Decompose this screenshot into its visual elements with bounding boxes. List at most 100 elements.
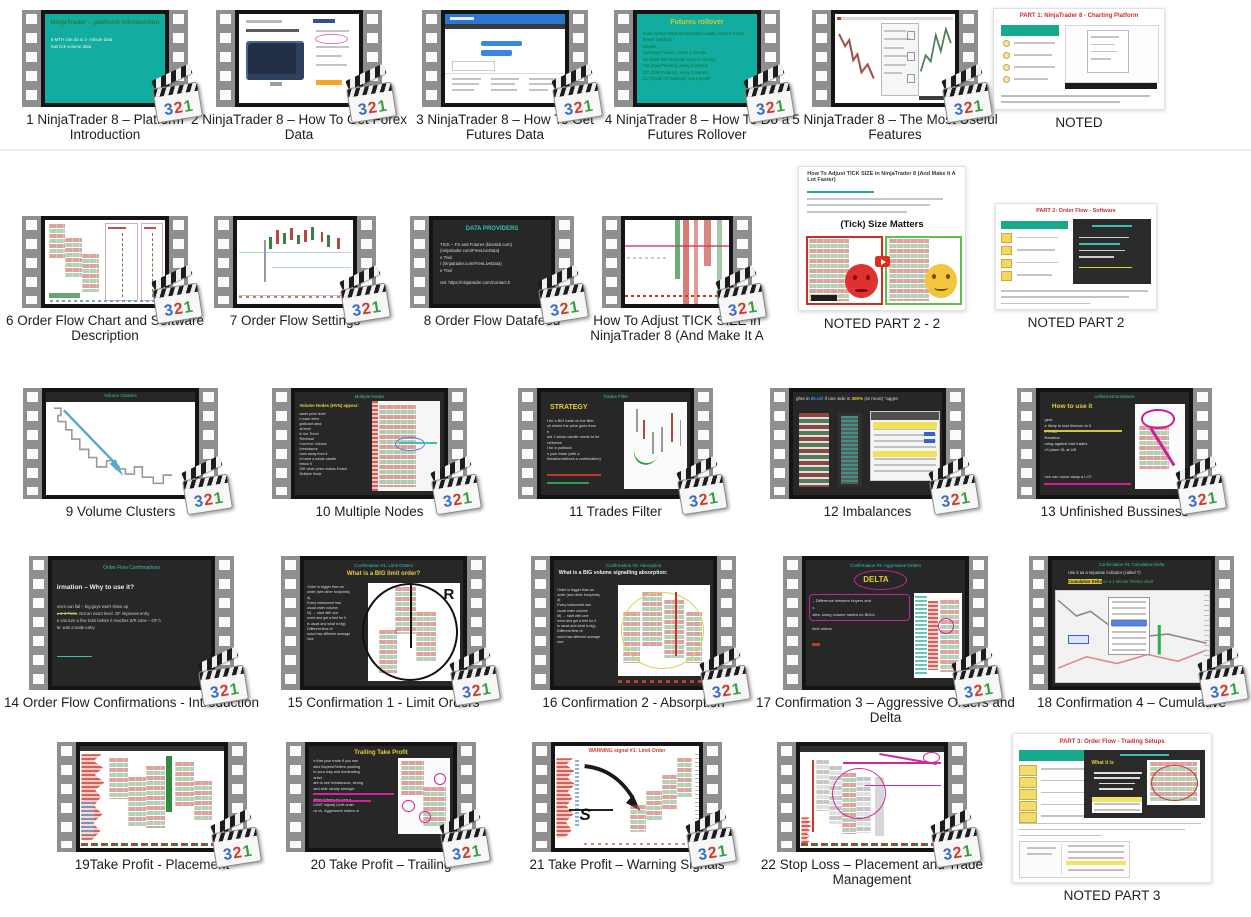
section-divider <box>0 149 1251 151</box>
doc-caption[interactable]: NOTED PART 2 <box>967 315 1185 330</box>
video-thumbnail[interactable]: Futures rollover most symbol stops being… <box>614 10 780 107</box>
video-tile-20[interactable]: Trailing Take Profit e that your trade i… <box>286 742 476 872</box>
film-sprockets-icon <box>1017 392 1036 495</box>
video-thumbnail[interactable]: 321 <box>777 742 967 852</box>
video-tile-15[interactable]: Confirmation #1: Limit Orders What is a … <box>281 556 486 710</box>
doc-caption[interactable]: NOTED <box>965 115 1193 130</box>
video-thumbnail[interactable]: Volume Clusters 321 <box>23 388 218 499</box>
video-thumbnail[interactable]: DATA PROVIDERS TICK – FX and Futures (ki… <box>410 216 574 308</box>
document-thumbnail[interactable]: PART 2: Order Flow - Software <box>995 203 1157 310</box>
video-tile-11[interactable]: Trades Filter STRATEGY t for a BIG trade… <box>518 388 713 519</box>
slide-header: Confirmation #3: Aggressive Orders <box>806 563 965 570</box>
video-tile-22[interactable]: 321 22 Stop Loss – Placement and Trade M… <box>777 742 967 888</box>
mpc-321-icon: 321 <box>941 75 993 124</box>
video-tile-6[interactable]: 321 6 Order Flow Chart and Software Desc… <box>22 216 188 344</box>
video-thumbnail[interactable]: 321 <box>602 216 752 308</box>
film-sprockets-icon <box>22 220 41 304</box>
mpc-321-icon: 321 <box>743 75 795 124</box>
slide-body: TICK – FX and Futures (kinetick.com) (ni… <box>440 242 512 287</box>
embedded-screenshot <box>1065 25 1159 83</box>
video-tile-9[interactable]: Volume Clusters 321 9 Volume Clusters <box>23 388 218 519</box>
slide-preview: Confirmation #2: Absorption What is a BI… <box>554 560 713 686</box>
happy-side-graphic <box>885 236 962 306</box>
doc-tile-noted-part2[interactable]: PART 2: Order Flow - Software NOTED PART… <box>995 203 1157 330</box>
video-tile-4[interactable]: Futures rollover most symbol stops being… <box>614 10 780 143</box>
doc-caption[interactable]: NOTED PART 2 - 2 <box>770 316 994 331</box>
video-thumbnail[interactable]: 321 <box>812 10 978 107</box>
film-sprockets-icon <box>614 14 633 103</box>
video-tile-10[interactable]: Multiple Nodes Volume Nodes (HVN) appear… <box>272 388 467 519</box>
slide-title: Futures rollover <box>637 18 757 28</box>
mpc-321-icon: 321 <box>676 467 728 516</box>
video-tile-16[interactable]: Confirmation #2: Absorption What is a BI… <box>531 556 736 710</box>
mpc-321-icon: 321 <box>537 276 589 325</box>
video-thumbnail[interactable]: Confirmation #3: Aggressive Orders DELTA… <box>783 556 988 690</box>
video-tile-5[interactable]: 321 5 NinjaTrader 8 – The Most Useful Fe… <box>812 10 978 143</box>
video-tile-3[interactable]: 321 3 NinjaTrader 8 – How To Get Futures… <box>422 10 588 143</box>
slide-title: irmation – Why to use it? <box>57 583 134 592</box>
video-thumbnail[interactable]: Confirmation #1: Limit Orders What is a … <box>281 556 486 690</box>
slide-body: most symbol stops being traded usually e… <box>643 31 744 83</box>
price-ladder <box>838 413 862 487</box>
video-thumbnail[interactable]: 321 <box>22 216 188 308</box>
monitor-graphic <box>246 41 304 80</box>
chart-panel: R <box>368 583 460 681</box>
doc-tile-noted-part2-2[interactable]: How To Adjust TICK SIZE in NinjaTrader 8… <box>798 166 966 331</box>
video-tile-19[interactable]: 321 19Take Profit - Placement <box>57 742 247 872</box>
video-thumbnail[interactable]: 321 <box>216 10 382 107</box>
video-tile-1[interactable]: NinjaTrader – platform introduction 6 MT… <box>22 10 188 143</box>
mpc-321-icon: 321 <box>439 820 491 869</box>
video-tile-18[interactable]: Confirmation #4: Cumulative Delta Use it… <box>1029 556 1234 710</box>
video-tile-7[interactable]: 321 7 Order Flow Settings <box>214 216 376 328</box>
video-thumbnail[interactable]: NinjaTrader – platform introduction 6 MT… <box>22 10 188 107</box>
video-thumbnail[interactable]: Trailing Take Profit e that your trade i… <box>286 742 476 852</box>
slide-line1: Use it as a separate indicator (called T… <box>1068 570 1141 576</box>
chart-preview: WARNING signal #1: Limit Order S <box>555 746 699 848</box>
play-button-icon <box>875 256 890 267</box>
film-sprockets-icon <box>812 14 831 103</box>
video-thumbnail[interactable]: 321 <box>422 10 588 107</box>
video-thumbnail[interactable]: ghts in BLUE if one side is 300% (or mor… <box>770 388 965 499</box>
video-tile-ticksize[interactable]: 321 How To Adjust TICK SIZE in NinjaTrad… <box>602 216 752 344</box>
video-thumbnail[interactable]: 321 <box>214 216 376 308</box>
chart-preview <box>625 220 729 304</box>
slide-header: Order Flow Confirmations <box>52 565 211 572</box>
video-thumbnail[interactable]: Confirmation #4: Cumulative Delta Use it… <box>1029 556 1234 690</box>
mpc-321-icon: 321 <box>685 820 737 869</box>
slide-body: – Difference between buyers and s ales: … <box>812 597 874 633</box>
warning-title: WARNING signal #1: Limit Order <box>555 748 699 755</box>
document-thumbnail[interactable]: PART 3: Order Flow - Trading Setups What… <box>1012 733 1212 883</box>
chart-panel <box>372 401 439 491</box>
video-tile-13[interactable]: Unfinished Bussiness How to use it gest,… <box>1017 388 1212 519</box>
slide-body: e that your trade if you see ales Buyers… <box>313 759 363 814</box>
video-tile-17[interactable]: Confirmation #3: Aggressive Orders DELTA… <box>783 556 988 726</box>
video-thumbnail[interactable]: Confirmation #2: Absorption What is a BI… <box>531 556 736 690</box>
document-thumbnail[interactable]: PART 1: NinjaTrader 8 - Charting Platfor… <box>993 8 1165 110</box>
video-tile-8[interactable]: DATA PROVIDERS TICK – FX and Futures (ki… <box>410 216 574 328</box>
webpage-preview <box>445 14 565 103</box>
video-tile-21[interactable]: WARNING signal #1: Limit Order S 321 21 … <box>532 742 722 872</box>
doc-tile-noted-part3[interactable]: PART 3: Order Flow - Trading Setups What… <box>1012 733 1212 903</box>
mpc-321-icon: 321 <box>197 658 249 707</box>
video-tile-14[interactable]: Order Flow Confirmations irmation – Why … <box>29 556 234 710</box>
mpc-321-icon: 321 <box>345 75 397 124</box>
video-thumbnail[interactable]: 321 <box>57 742 247 852</box>
document-thumbnail[interactable]: How To Adjust TICK SIZE in NinjaTrader 8… <box>798 166 966 311</box>
video-thumbnail[interactable]: Unfinished Bussiness How to use it gest,… <box>1017 388 1212 499</box>
doc-title: PART 3: Order Flow - Trading Setups <box>1013 738 1211 747</box>
video-tile-2[interactable]: 321 2 NinjaTrader 8 – How To Get Forex D… <box>216 10 382 143</box>
video-thumbnail[interactable]: Trades Filter STRATEGY t for a BIG trade… <box>518 388 713 499</box>
video-tile-12[interactable]: ghts in BLUE if one side is 300% (or mor… <box>770 388 965 519</box>
chart-preview <box>835 14 955 103</box>
mpc-321-icon: 321 <box>928 467 980 516</box>
slide-header: Unfinished Bussiness <box>1040 394 1189 400</box>
video-thumbnail[interactable]: WARNING signal #1: Limit Order S 321 <box>532 742 722 852</box>
dropdown-menu <box>1108 597 1150 655</box>
mpc-321-icon: 321 <box>181 467 233 516</box>
doc-caption[interactable]: NOTED PART 3 <box>984 888 1240 903</box>
video-thumbnail[interactable]: Order Flow Confirmations irmation – Why … <box>29 556 234 690</box>
slide-line2: Cumulative Delta on a 1 Minute /Renko ch… <box>1068 579 1153 585</box>
doc-tile-noted[interactable]: PART 1: NinjaTrader 8 - Charting Platfor… <box>993 8 1165 130</box>
video-thumbnail[interactable]: Multiple Nodes Volume Nodes (HVN) appear… <box>272 388 467 499</box>
chart-preview <box>80 746 224 848</box>
